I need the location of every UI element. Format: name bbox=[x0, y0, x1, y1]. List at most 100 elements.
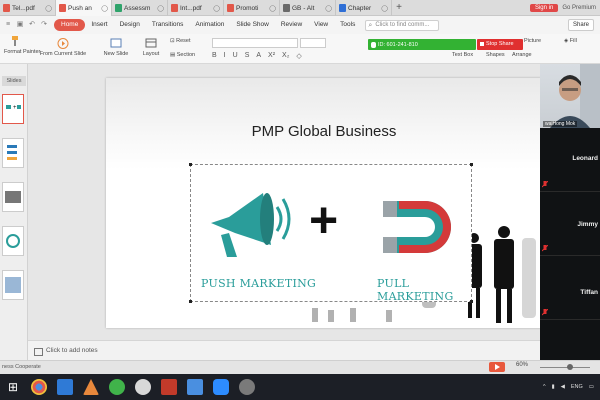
sign-in-button[interactable]: Sign in bbox=[529, 3, 559, 12]
ribbon-tab-slide-show[interactable]: Slide Show bbox=[230, 19, 275, 31]
tab-status-icon[interactable]: ◯ bbox=[325, 5, 332, 12]
share-button[interactable]: Share bbox=[567, 19, 594, 31]
volume-icon[interactable]: ◀ bbox=[561, 384, 565, 390]
tab-status-icon[interactable]: ◯ bbox=[101, 5, 108, 12]
menu-icon[interactable]: ≡ bbox=[4, 21, 12, 29]
tray-chevron-icon[interactable]: ^ bbox=[543, 384, 546, 390]
format-button[interactable]: U bbox=[233, 52, 238, 60]
participant-tile[interactable]: Leonard bbox=[540, 128, 600, 192]
language-indicator[interactable]: ENG bbox=[571, 384, 583, 390]
redo-icon[interactable]: ↷ bbox=[40, 21, 48, 29]
participant-tile[interactable]: Jimmy bbox=[540, 192, 600, 256]
ribbon-tab-tools[interactable]: Tools bbox=[334, 19, 361, 31]
participant-video: waiHong Mok bbox=[540, 64, 600, 128]
new-slide-label: New Slide bbox=[103, 51, 129, 57]
picture-button[interactable]: Picture bbox=[524, 38, 541, 44]
format-button[interactable]: B bbox=[212, 52, 217, 60]
document-tab[interactable]: Promoti ◯ bbox=[224, 0, 280, 16]
shapes-button[interactable]: Shapes bbox=[486, 52, 505, 58]
document-tab[interactable]: Chapter ◯ bbox=[336, 0, 392, 16]
ribbon-tab-home[interactable]: Home bbox=[54, 19, 86, 31]
layout-icon bbox=[145, 38, 157, 48]
save-icon[interactable]: ▣ bbox=[16, 21, 24, 29]
zoom-level[interactable]: 60% bbox=[516, 362, 528, 368]
push-pull-image[interactable]: + PUSH MARKETING PULL MARKETING bbox=[189, 163, 473, 303]
thumbnail-preview bbox=[5, 191, 21, 203]
fill-button[interactable]: ◈ Fill bbox=[564, 38, 577, 44]
notification-icon[interactable]: ▭ bbox=[589, 384, 594, 390]
new-slide-icon bbox=[110, 38, 122, 48]
app-icon[interactable] bbox=[135, 379, 151, 395]
slide-thumbnail[interactable] bbox=[2, 138, 24, 168]
font-size-select[interactable] bbox=[300, 38, 326, 48]
play-circle-icon bbox=[57, 38, 69, 49]
slideshow-play-button[interactable] bbox=[489, 362, 505, 372]
document-tab[interactable]: Assessm ◯ bbox=[112, 0, 168, 16]
slide-thumbnail[interactable]: + bbox=[2, 94, 24, 124]
ribbon-tab-design[interactable]: Design bbox=[114, 19, 146, 31]
zoom-slider-handle[interactable] bbox=[567, 364, 573, 370]
format-button[interactable]: S bbox=[245, 52, 250, 60]
chrome-icon[interactable] bbox=[31, 379, 47, 395]
slide-thumbnail[interactable] bbox=[2, 182, 24, 212]
slide-thumbnail[interactable] bbox=[2, 226, 24, 256]
microphone-icon[interactable] bbox=[371, 41, 376, 48]
slide-thumbnail[interactable] bbox=[2, 270, 24, 300]
document-tab[interactable]: Tel...pdf ◯ bbox=[0, 0, 56, 16]
new-slide-button[interactable]: New Slide bbox=[100, 38, 132, 57]
zoom-slider-track[interactable] bbox=[540, 367, 590, 368]
reset-button[interactable]: ⊡ Reset bbox=[170, 38, 191, 44]
participant-name: Leonard bbox=[572, 155, 598, 162]
ribbon-tab-animation[interactable]: Animation bbox=[189, 19, 230, 31]
section-button[interactable]: ▤ Section bbox=[170, 52, 195, 58]
tab-status-icon[interactable]: ◯ bbox=[381, 5, 388, 12]
wps-presentation-icon[interactable] bbox=[187, 379, 203, 395]
push-marketing-label: PUSH MARKETING bbox=[201, 277, 317, 290]
document-tab[interactable]: Push an ◯ bbox=[56, 0, 112, 16]
new-tab-button[interactable]: + bbox=[392, 0, 406, 15]
wechat-icon[interactable] bbox=[109, 379, 125, 395]
tab-status-icon[interactable]: ◯ bbox=[157, 5, 164, 12]
ribbon-tab-view[interactable]: View bbox=[308, 19, 334, 31]
resize-handle[interactable] bbox=[189, 163, 192, 166]
go-premium-link[interactable]: Go Premium bbox=[562, 5, 596, 11]
tab-status-icon[interactable]: ◯ bbox=[213, 5, 220, 12]
format-button[interactable]: X₂ bbox=[282, 52, 289, 60]
windows-start-icon[interactable]: ⊞ bbox=[5, 379, 21, 395]
stop-share-button[interactable]: Stop Share bbox=[477, 39, 523, 50]
tab-status-icon[interactable]: ◯ bbox=[45, 5, 52, 12]
tab-status-icon[interactable]: ◯ bbox=[269, 5, 276, 12]
participant-tile[interactable]: waiHong Mok bbox=[540, 64, 600, 128]
resize-handle[interactable] bbox=[470, 163, 473, 166]
resize-handle[interactable] bbox=[189, 300, 192, 303]
format-button[interactable]: I bbox=[224, 52, 226, 60]
wps-icon[interactable] bbox=[161, 379, 177, 395]
format-button[interactable]: A bbox=[256, 52, 261, 60]
slides-tab[interactable]: Slides bbox=[2, 76, 26, 86]
document-tab[interactable]: Int...pdf ◯ bbox=[168, 0, 224, 16]
app-icon[interactable] bbox=[239, 379, 255, 395]
edge-icon[interactable] bbox=[57, 379, 73, 395]
zoom-app-icon[interactable] bbox=[213, 379, 229, 395]
file-type-icon bbox=[339, 4, 346, 12]
from-current-slide-button[interactable]: From Current Slide bbox=[36, 38, 90, 57]
find-command-input[interactable]: Click to find comm... bbox=[365, 19, 440, 31]
format-button[interactable]: ◇ bbox=[296, 52, 301, 60]
text-box-button[interactable]: Text Box bbox=[452, 52, 473, 58]
participant-tile[interactable]: Tiffan bbox=[540, 256, 600, 320]
format-painter-button[interactable]: Format Painter bbox=[4, 36, 40, 55]
ribbon-tab-insert[interactable]: Insert bbox=[85, 19, 113, 31]
ribbon-tab-transitions[interactable]: Transitions bbox=[146, 19, 190, 31]
undo-icon[interactable]: ↶ bbox=[28, 21, 36, 29]
vlc-icon[interactable] bbox=[83, 379, 99, 395]
font-name-select[interactable] bbox=[212, 38, 298, 48]
ribbon-tab-review[interactable]: Review bbox=[275, 19, 308, 31]
network-icon[interactable]: ▮ bbox=[552, 384, 555, 390]
arrange-button[interactable]: Arrange bbox=[512, 52, 532, 58]
format-button[interactable]: X² bbox=[268, 52, 275, 60]
slide[interactable]: PMP Global Business + PUSH MARKETING PUL… bbox=[106, 78, 542, 328]
meeting-control-bar[interactable]: ID: 601-241-810 bbox=[368, 39, 476, 50]
notes-field[interactable]: Click to add notes bbox=[28, 340, 542, 360]
layout-button[interactable]: Layout bbox=[138, 38, 164, 57]
document-tab[interactable]: GB - Alt ◯ bbox=[280, 0, 336, 16]
